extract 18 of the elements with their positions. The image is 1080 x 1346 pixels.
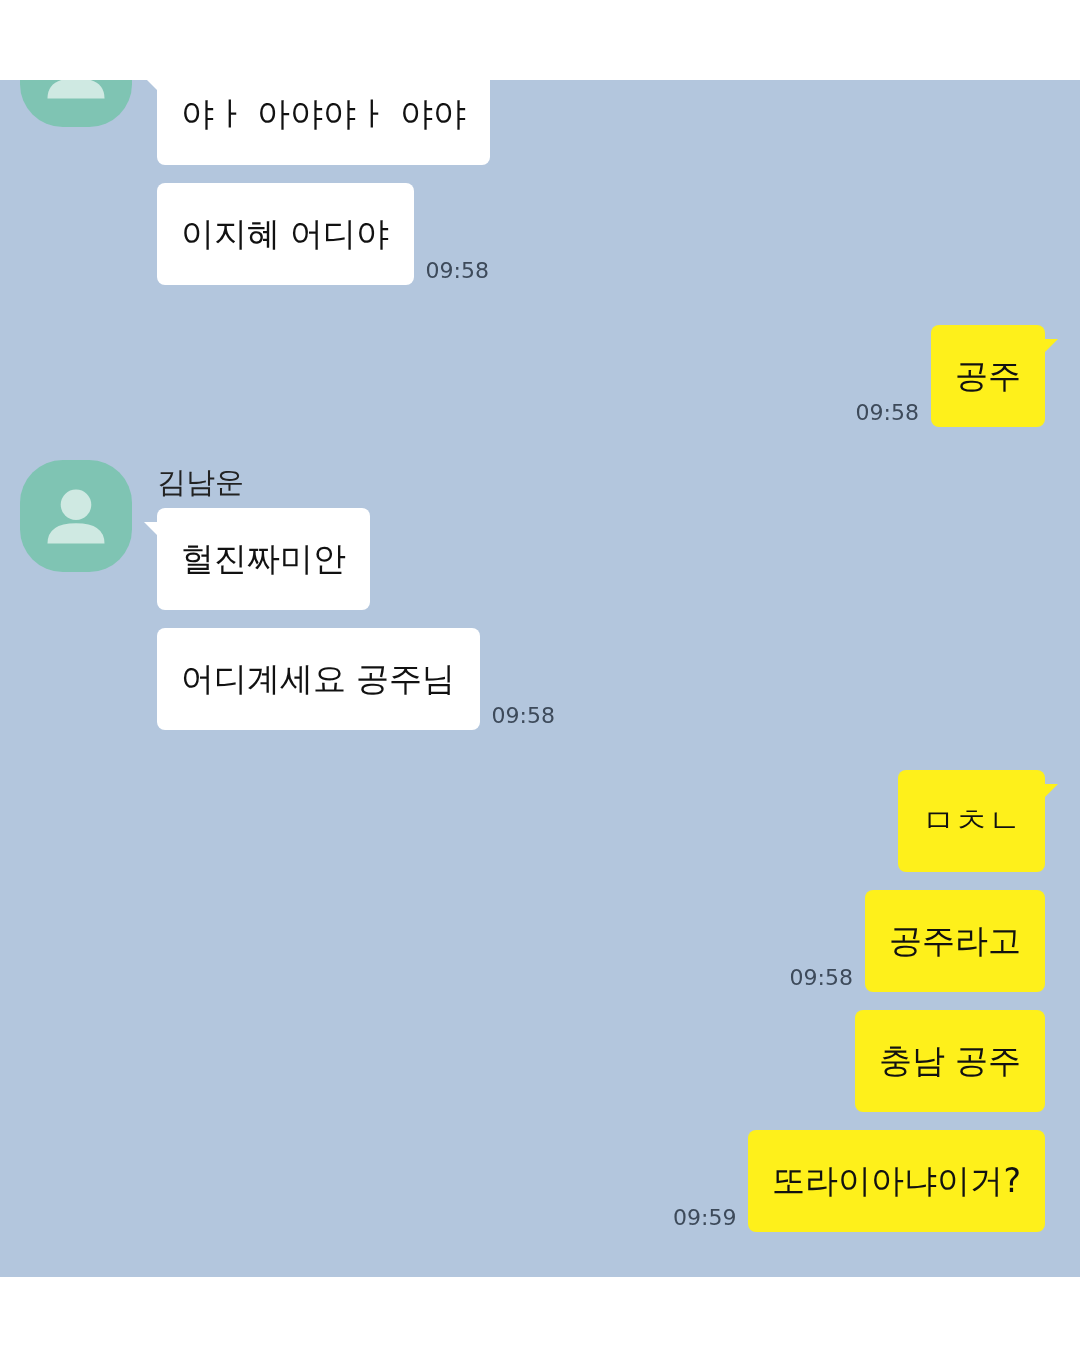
message-bubble: 이지혜 어디야 [157,183,414,285]
message-bubble: 어디계세요 공주님 [157,628,480,730]
message-bubble: 충남 공주 [854,1010,1045,1112]
avatar-icon [20,460,132,572]
bubble-tail [1044,339,1058,353]
message-bubble: ㅁㅊㄴ [898,770,1045,872]
message-bubble: 야ㅏ 아야야ㅏ 야야 [157,80,490,165]
bubble-tail [1044,784,1058,798]
message-bubble: 또라이아냐이거? [748,1130,1045,1232]
message-bubble: 공주라고 [865,890,1045,992]
message-time: 09:58 [425,258,489,283]
message-time: 09:58 [491,703,555,728]
message-bubble: 헐진짜미안 [157,508,370,610]
message-time: 09:58 [855,400,919,425]
message-time: 09:58 [789,965,853,990]
message-bubble: 공주 [931,325,1045,427]
sender-name: 김남운 [157,464,245,498]
message-time: 09:59 [673,1205,737,1230]
